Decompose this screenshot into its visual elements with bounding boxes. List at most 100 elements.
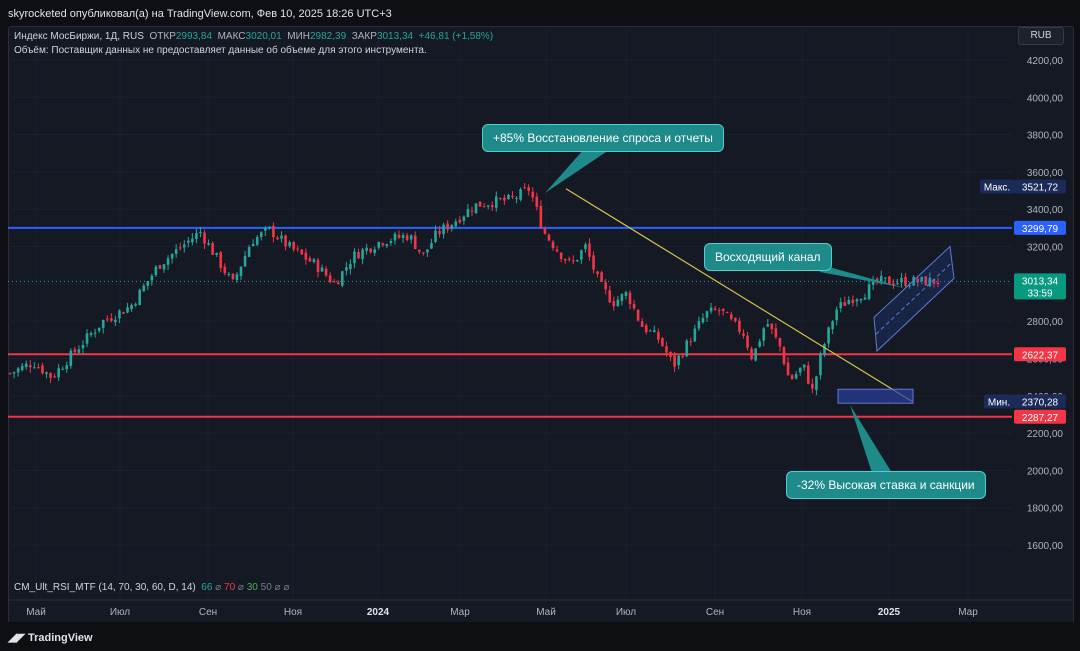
candle-body	[827, 327, 830, 344]
candle-body	[93, 332, 97, 334]
candle-body	[417, 249, 421, 252]
candle-body	[580, 250, 583, 260]
candle	[191, 233, 194, 246]
candle-body	[369, 248, 372, 253]
candle	[519, 187, 522, 202]
candle	[170, 253, 174, 264]
candle	[77, 345, 81, 354]
candle-body	[511, 195, 514, 198]
candle-body	[458, 219, 462, 223]
candle	[778, 337, 782, 352]
y-tick-label: 1800,00	[1027, 504, 1064, 515]
candle-body	[182, 244, 186, 248]
candle	[831, 319, 834, 334]
candle-body	[770, 323, 774, 330]
candle-body	[73, 349, 77, 352]
candle-body	[450, 224, 454, 230]
candle	[114, 315, 117, 326]
candle	[774, 323, 778, 340]
candle-body	[665, 346, 668, 353]
candle	[187, 237, 190, 248]
candle-body	[101, 319, 105, 328]
candle-body	[608, 290, 612, 303]
callout-recovery: +85% Восстановление спроса и отчеты	[482, 124, 724, 152]
candle-body	[122, 312, 125, 314]
candle	[373, 246, 377, 256]
candle-body	[89, 333, 93, 336]
candle	[851, 295, 855, 307]
candle-body	[134, 303, 137, 306]
candle	[478, 201, 482, 207]
price-chart[interactable]: 4200,00 4000,00 3800,00 3600,00 3400,00 3200,…	[0, 0, 1080, 651]
candle-body	[110, 318, 113, 321]
candle-body	[105, 318, 109, 320]
candle	[567, 256, 571, 262]
candle-body	[697, 321, 701, 329]
candle	[592, 251, 595, 274]
candle	[8, 372, 12, 375]
candle	[507, 193, 510, 201]
candle	[61, 366, 65, 370]
candle-body	[219, 252, 223, 269]
candle	[523, 183, 526, 190]
candle	[182, 240, 186, 253]
candle-body	[57, 368, 60, 378]
candle	[332, 278, 336, 283]
candle	[413, 231, 417, 250]
candle	[620, 293, 624, 306]
candle-body	[150, 275, 154, 281]
candle	[515, 196, 518, 204]
candle-body	[166, 258, 170, 265]
candle	[308, 255, 312, 262]
candle	[535, 192, 539, 211]
candle	[33, 361, 36, 369]
candle	[357, 248, 360, 259]
candle-body	[624, 292, 628, 296]
candle-body	[713, 308, 717, 310]
candle	[802, 364, 806, 371]
candle	[450, 224, 454, 232]
candle-body	[738, 320, 741, 332]
candle-body	[170, 253, 174, 259]
rsi-indicator-legend[interactable]: CM_Ult_RSI_MTF (14, 70, 30, 60, D, 14) 6…	[14, 582, 289, 593]
candle-body	[24, 363, 28, 368]
candle-body	[547, 234, 551, 241]
symbol-label: Индекс МосБиржи, 1Д, RUS	[14, 31, 144, 42]
candle	[93, 328, 97, 338]
candle	[616, 295, 620, 307]
candle-body	[819, 353, 822, 376]
brand-label: TradingView	[27, 632, 93, 644]
candle-body	[802, 364, 806, 368]
tradingview-logo-icon: ◢◤	[8, 632, 25, 644]
y-tick-label: 3400,00	[1027, 205, 1064, 216]
candle-body	[851, 299, 855, 304]
callout-ascending-channel: Восходящий канал	[704, 243, 832, 271]
candle	[341, 270, 344, 288]
candle	[539, 200, 543, 229]
candle-body	[742, 333, 745, 336]
currency-button[interactable]: RUB	[1018, 27, 1064, 45]
candle	[798, 367, 802, 376]
candle	[600, 270, 603, 283]
candle-body	[725, 312, 729, 314]
y-tick-label: 2200,00	[1027, 429, 1064, 440]
candle-body	[596, 271, 599, 274]
y-tick-label: 4000,00	[1027, 93, 1064, 104]
candle	[847, 296, 851, 305]
y-tick-label: 4200,00	[1027, 56, 1064, 67]
candle	[470, 206, 474, 217]
candle-body	[304, 252, 308, 260]
candle	[215, 252, 218, 258]
candle	[709, 302, 713, 314]
candle-body	[33, 367, 36, 369]
candle-body	[584, 244, 587, 249]
trend-line	[565, 188, 913, 402]
candle-body	[701, 317, 705, 323]
candle-body	[661, 338, 664, 346]
candle-body	[717, 310, 721, 312]
candle	[563, 258, 567, 264]
candle-body	[138, 289, 141, 306]
y-tick-label: 1600,00	[1027, 541, 1064, 552]
rsi-sep-icon-2: ⌀	[237, 582, 244, 593]
candle-body	[653, 330, 656, 333]
